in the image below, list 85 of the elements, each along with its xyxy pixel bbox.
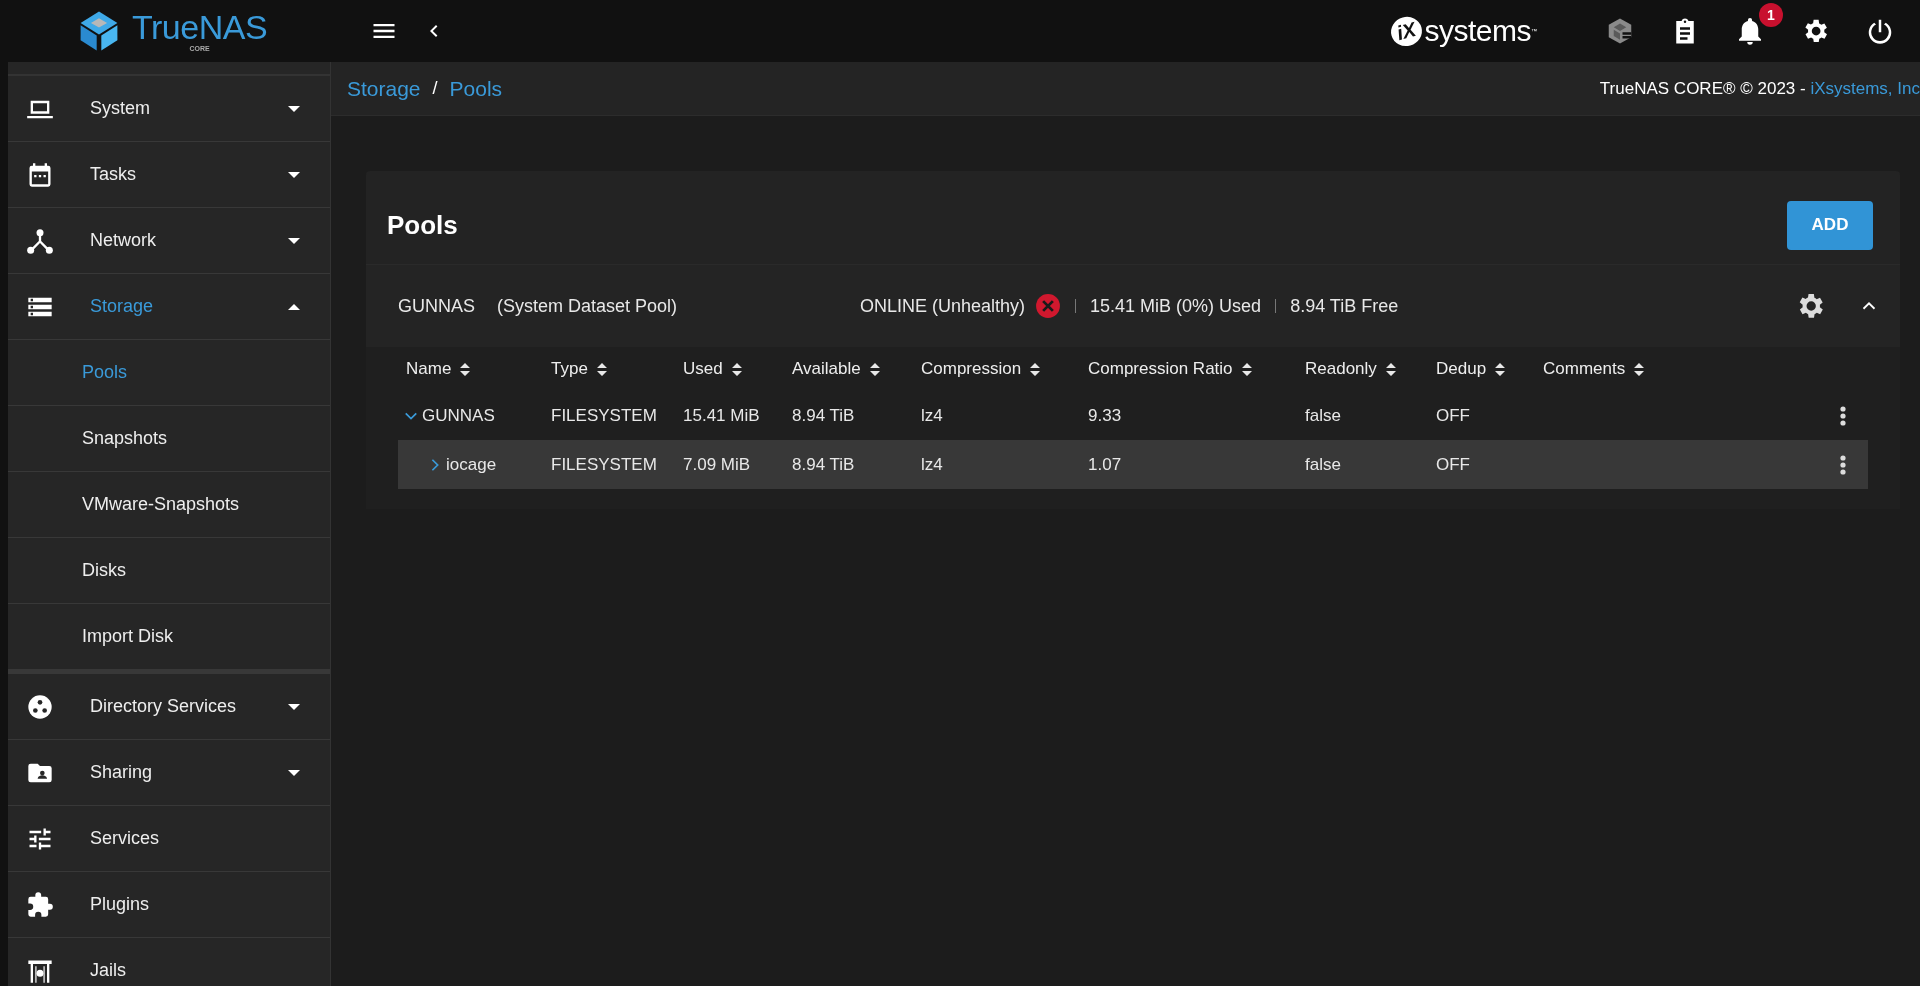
- sort-icon[interactable]: [868, 361, 881, 377]
- divider-bar: [1275, 299, 1277, 313]
- sort-icon[interactable]: [1029, 361, 1042, 377]
- sidebar-label: Sharing: [90, 762, 154, 783]
- sidebar-item[interactable]: Jails: [8, 938, 330, 986]
- breadcrumb-link[interactable]: Pools: [449, 76, 503, 101]
- more-options-icon[interactable]: [1840, 405, 1846, 426]
- column-header[interactable]: Dedup: [1428, 359, 1535, 379]
- table-row[interactable]: GUNNAS FILESYSTEM 15.41 MiB 8.94 TiB lz4 9.33 false OFF: [398, 391, 1868, 440]
- card-title: Pools: [387, 209, 458, 241]
- table-cell-text: OFF: [1435, 454, 1471, 475]
- table-cell-text: FILESYSTEM: [550, 454, 658, 475]
- column-header[interactable]: Type: [543, 359, 675, 379]
- sidebar-item[interactable]: Directory Services: [8, 674, 330, 740]
- table-cell-text: OFF: [1435, 405, 1471, 426]
- expand-caret-icon[interactable]: [288, 703, 300, 710]
- sidebar-label: Jails: [90, 960, 127, 981]
- column-header[interactable]: Available: [784, 359, 913, 379]
- table-cell-text: false: [1304, 454, 1342, 475]
- column-header[interactable]: Compression Ratio: [1080, 359, 1297, 379]
- table-cell-text: 8.94 TiB: [791, 405, 856, 426]
- breadcrumb-link[interactable]: Storage: [347, 76, 421, 101]
- product-logo-text: TrueNAS: [132, 10, 268, 44]
- pool-status: ONLINE (Unhealthy): [860, 295, 1026, 317]
- sidebar-item[interactable]: Sharing: [8, 740, 330, 806]
- sidebar-label: Tasks: [90, 164, 137, 185]
- sidebar-item[interactable]: Services: [8, 806, 330, 872]
- sidebar-item[interactable]: System: [8, 76, 330, 142]
- directory-icon: [26, 692, 54, 721]
- expand-caret-icon[interactable]: [288, 237, 300, 244]
- sidebar-subitem[interactable]: Pools: [8, 340, 330, 406]
- sidebar-item[interactable]: Plugins: [8, 872, 330, 938]
- table-cell-text: 1.07: [1087, 454, 1123, 475]
- sidebar-subitem[interactable]: VMware-Snapshots: [8, 472, 330, 538]
- column-header[interactable]: Compression: [913, 359, 1080, 379]
- sort-icon[interactable]: [1494, 361, 1507, 377]
- sidebar-item[interactable]: Tasks: [8, 142, 330, 208]
- table-cell-text: lz4: [920, 454, 944, 475]
- sidebar-item[interactable]: Network: [8, 208, 330, 274]
- sort-icon[interactable]: [459, 361, 472, 377]
- column-header[interactable]: Comments: [1535, 359, 1808, 379]
- table-cell-text: false: [1304, 405, 1342, 426]
- column-header[interactable]: Name: [398, 359, 543, 379]
- more-options-icon[interactable]: [1840, 454, 1846, 475]
- expand-caret-icon[interactable]: [288, 171, 300, 178]
- divider-bar: [1075, 299, 1077, 313]
- notification-count-badge: 1: [1759, 2, 1783, 27]
- copyright-text: TrueNAS CORE® © 2023 - iXsystems, Inc: [1599, 78, 1920, 99]
- sidebar-label: Services: [90, 828, 161, 849]
- table-cell-text: 7.09 MiB: [682, 454, 752, 475]
- sidebar-label: Plugins: [90, 894, 151, 915]
- column-header[interactable]: Readonly: [1297, 359, 1428, 379]
- vendor-link[interactable]: iXsystems, Inc: [1810, 78, 1920, 98]
- table-cell-text: lz4: [920, 405, 944, 426]
- table-row[interactable]: iocage FILESYSTEM 7.09 MiB 8.94 TiB lz4 1.07 false OFF: [398, 440, 1868, 489]
- table-cell-text: 15.41 MiB: [682, 405, 761, 426]
- pool-free: 8.94 TiB Free: [1290, 295, 1399, 317]
- sidebar-label: Storage: [90, 296, 155, 317]
- sidebar-label: Network: [90, 230, 157, 251]
- sort-icon[interactable]: [730, 361, 743, 377]
- sidebar-label: System: [90, 98, 151, 119]
- table-cell-text: 8.94 TiB: [791, 454, 856, 475]
- breadcrumb-separator: /: [432, 78, 438, 99]
- pool-role: (System Dataset Pool): [497, 295, 678, 317]
- bell-icon[interactable]: [1738, 17, 1761, 45]
- sort-icon[interactable]: [1384, 361, 1397, 377]
- puzzle-icon: [26, 890, 54, 919]
- table-cell-text: 9.33: [1087, 405, 1123, 426]
- expand-caret-icon[interactable]: [288, 105, 300, 112]
- sort-icon[interactable]: [595, 361, 608, 377]
- collapse-caret-icon[interactable]: [288, 303, 300, 310]
- dataset-name: GUNNAS: [422, 405, 495, 426]
- column-header[interactable]: Used: [675, 359, 784, 379]
- sort-icon[interactable]: [1633, 361, 1646, 377]
- pool-name: GUNNAS: [398, 295, 475, 317]
- network-icon: [26, 226, 54, 255]
- sidebar-label: Directory Services: [90, 696, 238, 717]
- expand-caret-icon[interactable]: [288, 769, 300, 776]
- sidebar-subitem[interactable]: Snapshots: [8, 406, 330, 472]
- sidebar-item[interactable]: Storage: [8, 274, 330, 340]
- sort-icon[interactable]: [1240, 361, 1253, 377]
- dataset-name: iocage: [446, 454, 497, 475]
- sidebar-subitem[interactable]: Disks: [8, 538, 330, 604]
- pool-used: 15.41 MiB (0%) Used: [1090, 295, 1262, 317]
- table-cell-text: FILESYSTEM: [550, 405, 658, 426]
